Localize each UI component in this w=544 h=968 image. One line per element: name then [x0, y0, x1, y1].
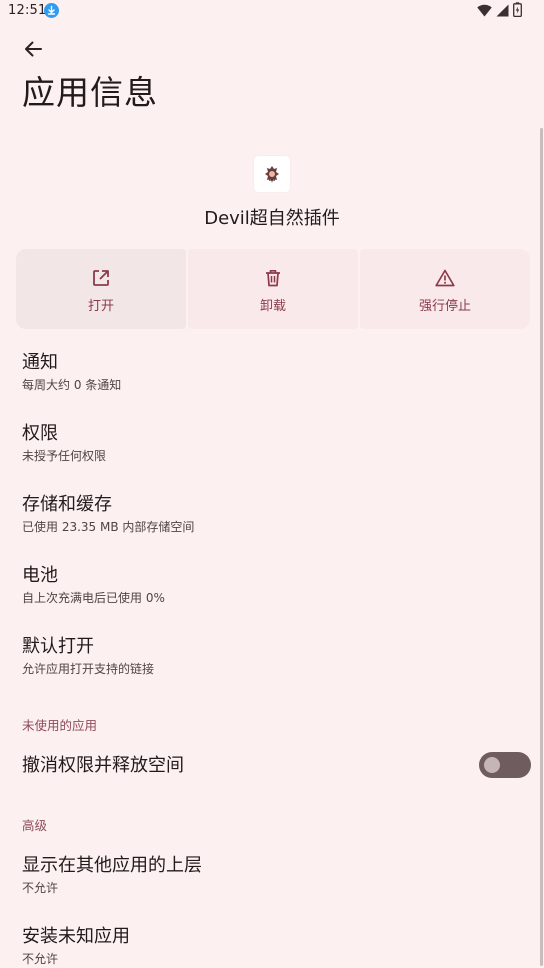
open-by-default-title: 默认打开	[22, 636, 94, 657]
install-unknown-item[interactable]: 安装未知应用 不允许	[22, 925, 524, 968]
remove-permissions-item[interactable]: 撤消权限并释放空间	[22, 754, 464, 778]
battery-icon	[513, 1, 522, 21]
open-by-default-summary: 允许应用打开支持的链接	[22, 662, 155, 676]
notifications-summary: 每周大约 0 条通知	[22, 378, 122, 392]
permissions-summary: 未授予任何权限	[22, 449, 107, 463]
display-over-summary: 不允许	[22, 881, 59, 895]
remove-permissions-title: 撤消权限并释放空间	[22, 755, 184, 776]
open-button[interactable]: 打开	[16, 249, 186, 329]
trash-icon	[263, 268, 283, 288]
scrollbar[interactable]	[540, 128, 543, 966]
permissions-title: 权限	[22, 423, 58, 444]
notifications-item[interactable]: 通知 每周大约 0 条通知	[22, 351, 524, 394]
advanced-header: 高级	[22, 818, 48, 833]
remove-permissions-toggle[interactable]	[479, 752, 531, 778]
storage-summary: 已使用 23.35 MB 内部存储空间	[22, 520, 195, 534]
open-external-icon	[91, 268, 111, 288]
status-time: 12:51	[8, 3, 47, 18]
storage-title: 存储和缓存	[22, 494, 112, 515]
open-button-label: 打开	[87, 299, 114, 314]
battery-title: 电池	[22, 565, 58, 586]
status-bar: 12:51	[0, 0, 544, 24]
display-over-title: 显示在其他应用的上层	[22, 855, 202, 876]
open-by-default-item[interactable]: 默认打开 允许应用打开支持的链接	[22, 635, 524, 678]
battery-item[interactable]: 电池 自上次充满电后已使用 0%	[22, 564, 524, 607]
install-unknown-summary: 不允许	[22, 952, 59, 966]
page-title: 应用信息	[22, 73, 158, 112]
force-stop-button-label: 强行停止	[418, 299, 471, 314]
status-icons	[477, 1, 522, 21]
toggle-thumb	[484, 757, 500, 773]
action-bar: 打开 卸载 强行停止	[16, 249, 530, 329]
permissions-item[interactable]: 权限 未授予任何权限	[22, 422, 524, 465]
uninstall-button[interactable]: 卸载	[188, 249, 358, 329]
unused-apps-header: 未使用的应用	[22, 718, 98, 733]
app-name: Devil超自然插件	[204, 208, 340, 229]
download-badge-icon	[44, 3, 59, 18]
storage-item[interactable]: 存储和缓存 已使用 23.35 MB 内部存储空间	[22, 493, 524, 536]
uninstall-button-label: 卸载	[259, 299, 286, 314]
display-over-item[interactable]: 显示在其他应用的上层 不允许	[22, 854, 524, 897]
force-stop-button[interactable]: 强行停止	[360, 249, 530, 329]
wifi-icon	[477, 2, 492, 21]
battery-summary: 自上次充满电后已使用 0%	[22, 591, 165, 605]
back-button[interactable]	[18, 38, 48, 64]
notifications-title: 通知	[22, 352, 58, 373]
signal-icon	[496, 2, 509, 21]
app-icon	[254, 156, 290, 192]
warning-icon	[435, 268, 455, 288]
arrow-back-icon	[24, 41, 42, 61]
install-unknown-title: 安装未知应用	[22, 926, 130, 947]
